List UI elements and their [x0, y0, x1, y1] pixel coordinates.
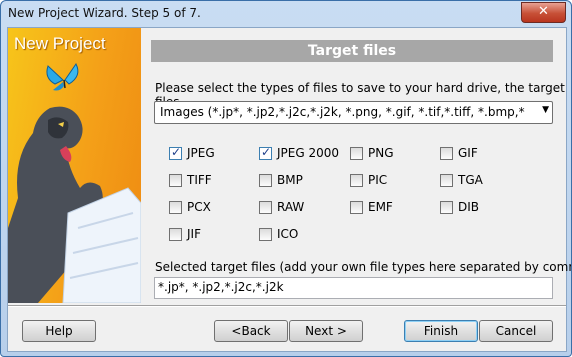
checkbox-box[interactable] [440, 147, 453, 160]
checkbox-label: RAW [277, 200, 305, 214]
panel-heading: Target files [151, 40, 553, 62]
checkbox-label: EMF [368, 200, 393, 214]
finish-button[interactable]: Finish [404, 320, 478, 342]
help-button[interactable]: Help [22, 320, 96, 342]
checkbox-box[interactable] [259, 201, 272, 214]
checkbox-box[interactable] [169, 228, 182, 241]
checkbox-label: PIC [368, 173, 388, 187]
checkbox-box[interactable] [350, 201, 363, 214]
back-button[interactable]: <Back [214, 320, 288, 342]
panther-illustration [8, 63, 141, 303]
footer-separator [8, 305, 566, 307]
checkbox-label: TIFF [187, 173, 212, 187]
file-type-select-value: Images (*.jp*, *.jp2,*.j2c,*.j2k, *.png,… [160, 105, 525, 119]
file-type-select[interactable]: Images (*.jp*, *.jp2,*.j2c,*.j2k, *.png,… [154, 101, 553, 124]
checkbox-label: ICO [277, 227, 299, 241]
window-title: New Project Wizard. Step 5 of 7. [8, 6, 201, 20]
checkbox-label: JPEG 2000 [277, 146, 340, 160]
checkbox-label: JIF [187, 227, 201, 241]
checkbox-box[interactable] [440, 174, 453, 187]
checkbox-label: TGA [458, 173, 483, 187]
wizard-window: New Project Wizard. Step 5 of 7. ✕ New P… [0, 0, 572, 357]
checkbox-box[interactable] [350, 174, 363, 187]
checkbox-box[interactable]: ✓ [169, 145, 182, 160]
checkbox-box[interactable] [350, 147, 363, 160]
checkbox-label: BMP [277, 173, 303, 187]
chevron-down-icon[interactable]: ▼ [542, 105, 549, 115]
side-banner: New Project [8, 28, 141, 303]
checkbox-box[interactable] [259, 174, 272, 187]
checkbox-box[interactable] [169, 201, 182, 214]
checkbox-label: DIB [458, 200, 480, 214]
butterfly-icon [46, 63, 79, 91]
checkbox-box[interactable] [259, 228, 272, 241]
next-button[interactable]: Next > [289, 320, 363, 342]
selected-files-value: *.jp*, *.jp2,*.j2c,*.j2k [158, 280, 284, 294]
checkbox-label: PCX [187, 200, 211, 214]
check-icon: ✓ [171, 145, 182, 159]
close-button[interactable]: ✕ [521, 2, 566, 23]
checkbox-label: PNG [368, 146, 394, 160]
dialog-client: New Project Target files Please select t… [7, 27, 571, 352]
selected-files-label: Selected target files (add your own file… [155, 260, 572, 274]
checkbox-box[interactable] [440, 201, 453, 214]
checkbox-box[interactable] [169, 174, 182, 187]
checkbox-label: JPEG [187, 146, 215, 160]
checkbox-box[interactable]: ✓ [259, 145, 272, 160]
checkbox-label: GIF [458, 146, 478, 160]
selected-files-input[interactable]: *.jp*, *.jp2,*.j2c,*.j2k [154, 277, 553, 299]
check-icon: ✓ [261, 145, 272, 159]
title-bar[interactable]: New Project Wizard. Step 5 of 7. ✕ [1, 1, 571, 25]
cancel-button[interactable]: Cancel [479, 320, 553, 342]
close-icon: ✕ [538, 4, 549, 19]
